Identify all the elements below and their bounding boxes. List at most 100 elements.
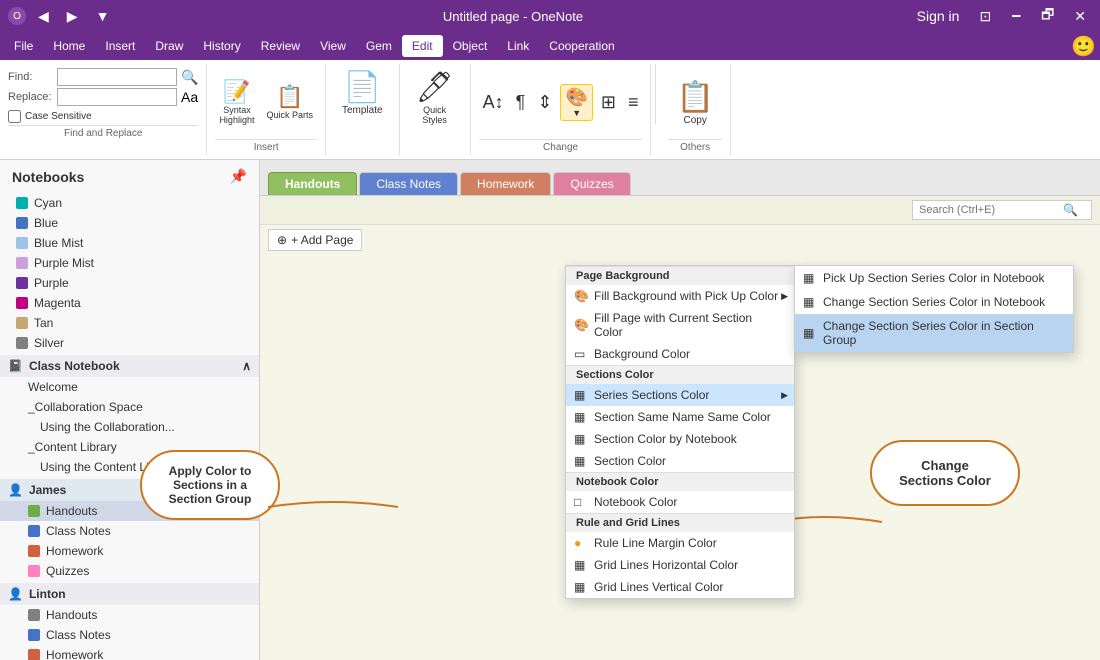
pin-icon[interactable]: 📌: [230, 168, 247, 185]
menu-cooperation[interactable]: Cooperation: [539, 35, 624, 57]
format-button[interactable]: ⊞: [597, 90, 620, 115]
case-sensitive-label: Case Sensitive: [25, 111, 92, 122]
change-label: Change: [479, 139, 643, 153]
replace-input[interactable]: [57, 88, 177, 106]
sidebar-item-using-content[interactable]: Using the Content Library: [0, 457, 259, 477]
sidebar-item-linton-classnotes[interactable]: Class Notes: [0, 625, 259, 645]
purple-dot: [16, 277, 28, 289]
color-dropdown-button[interactable]: 🎨 ▼: [560, 84, 592, 121]
minimize-button[interactable]: 🗕: [1005, 2, 1027, 30]
forward-button[interactable]: ▶: [61, 6, 84, 27]
sidebar-item-linton-handouts[interactable]: Handouts: [0, 605, 259, 625]
case-sensitive-checkbox[interactable]: [8, 110, 21, 123]
title-bar: O ◀ ▶ ▼ Untitled page - OneNote Sign in …: [0, 0, 1100, 32]
add-page-label: + Add Page: [291, 233, 353, 247]
magenta-dot: [16, 297, 28, 309]
linton-label: Linton: [29, 587, 66, 601]
sidebar-item-blue[interactable]: Blue: [0, 213, 259, 233]
sidebar-item-james-quizzes[interactable]: Quizzes: [0, 561, 259, 581]
sidebar-item-silver[interactable]: Silver: [0, 333, 259, 353]
blue-dot: [16, 217, 28, 229]
paragraph-button[interactable]: ¶: [512, 90, 530, 115]
quick-styles-button[interactable]: 🖊 QuickStyles: [408, 66, 462, 129]
linton-section[interactable]: 👤 Linton: [0, 583, 259, 605]
menu-edit[interactable]: Edit: [402, 35, 443, 57]
spacing-icon: ⇕: [537, 92, 552, 113]
james-label: James: [29, 483, 66, 497]
find-button[interactable]: 🔍: [181, 69, 198, 86]
tab-quizzes[interactable]: Quizzes: [553, 172, 630, 195]
menu-object[interactable]: Object: [443, 35, 498, 57]
find-input[interactable]: [57, 68, 177, 86]
menu-draw[interactable]: Draw: [145, 35, 193, 57]
sidebar-item-james-homework[interactable]: Homework: [0, 541, 259, 561]
mode-button[interactable]: ⊡: [973, 6, 997, 27]
replace-label: Replace:: [8, 91, 53, 103]
sidebar-item-magenta[interactable]: Magenta: [0, 293, 259, 313]
copy-button[interactable]: 📋 Copy: [668, 76, 721, 130]
tab-bar: Handouts Class Notes Homework Quizzes: [260, 160, 1100, 196]
menu-home[interactable]: Home: [43, 35, 95, 57]
menu-file[interactable]: File: [4, 35, 43, 57]
font-size-button[interactable]: A↕: [479, 90, 508, 115]
quick-access[interactable]: ▼: [90, 6, 116, 26]
sidebar-item-purple[interactable]: Purple: [0, 273, 259, 293]
homework-dot: [28, 545, 40, 557]
sidebar-item-content-library[interactable]: _Content Library: [0, 437, 259, 457]
sidebar-item-using-collab[interactable]: Using the Collaboration...: [0, 417, 259, 437]
menu-insert[interactable]: Insert: [95, 35, 145, 57]
restore-button[interactable]: 🗗: [1035, 2, 1060, 30]
back-button[interactable]: ◀: [32, 6, 55, 27]
menu-link[interactable]: Link: [497, 35, 539, 57]
silver-dot: [16, 337, 28, 349]
onenote-icon: O: [8, 7, 26, 25]
quick-styles-label: QuickStyles: [422, 105, 447, 125]
syntax-highlight-button[interactable]: 📝 SyntaxHighlight: [215, 79, 258, 127]
tab-classnotes[interactable]: Class Notes: [359, 172, 458, 195]
class-notebook-section[interactable]: 📓 Class Notebook ∧: [0, 355, 259, 377]
syntax-label: SyntaxHighlight: [219, 105, 254, 125]
sidebar-item-purple-mist[interactable]: Purple Mist: [0, 253, 259, 273]
notebooks-label: Notebooks: [12, 169, 84, 185]
menu-review[interactable]: Review: [251, 35, 310, 57]
others-label: Others: [668, 139, 721, 153]
james-section[interactable]: 👤 James: [0, 479, 259, 501]
ribbon: Find: 🔍 Replace: Aa Case Sensitive Find …: [0, 60, 1100, 160]
cyan-dot: [16, 197, 28, 209]
sidebar-item-blue-mist[interactable]: Blue Mist: [0, 233, 259, 253]
search-input[interactable]: [919, 204, 1059, 216]
quick-styles-icon: 🖊: [416, 70, 454, 105]
main-area: Notebooks 📌 Cyan Blue Blue Mist Purple M…: [0, 160, 1100, 660]
bullets-icon: ≡: [628, 92, 639, 113]
sidebar-item-james-classnotes[interactable]: Class Notes: [0, 521, 259, 541]
purple-mist-dot: [16, 257, 28, 269]
sidebar-item-james-handouts[interactable]: Handouts: [0, 501, 259, 521]
spacing-button[interactable]: ⇕: [533, 90, 556, 115]
menu-history[interactable]: History: [193, 35, 250, 57]
template-label: Template: [342, 105, 383, 116]
quick-parts-icon: 📋: [276, 86, 303, 108]
james-icon: 👤: [8, 483, 23, 497]
insert-label: Insert: [215, 139, 317, 153]
bullets-button[interactable]: ≡: [624, 90, 643, 115]
sign-in-button[interactable]: Sign in: [911, 6, 966, 26]
format-icon: ⊞: [601, 92, 616, 113]
menu-bar: File Home Insert Draw History Review Vie…: [0, 32, 1100, 60]
tab-handouts[interactable]: Handouts: [268, 172, 357, 195]
template-button[interactable]: 📄 Template: [334, 66, 391, 120]
sidebar-item-welcome[interactable]: Welcome: [0, 377, 259, 397]
add-page-button[interactable]: ⊕ + Add Page: [268, 229, 362, 251]
tab-homework[interactable]: Homework: [460, 172, 551, 195]
close-button[interactable]: ✕: [1068, 6, 1092, 27]
sidebar-item-tan[interactable]: Tan: [0, 313, 259, 333]
menu-gem[interactable]: Gem: [356, 35, 402, 57]
sidebar-item-collab[interactable]: _Collaboration Space: [0, 397, 259, 417]
replace-icon: Aa: [181, 89, 198, 105]
menu-view[interactable]: View: [310, 35, 356, 57]
search-icon[interactable]: 🔍: [1063, 203, 1078, 217]
find-label: Find:: [8, 71, 53, 83]
sidebar-item-cyan[interactable]: Cyan: [0, 193, 259, 213]
sidebar-item-linton-homework[interactable]: Homework: [0, 645, 259, 660]
quick-parts-button[interactable]: 📋 Quick Parts: [262, 84, 317, 122]
template-icon: 📄: [344, 70, 381, 105]
